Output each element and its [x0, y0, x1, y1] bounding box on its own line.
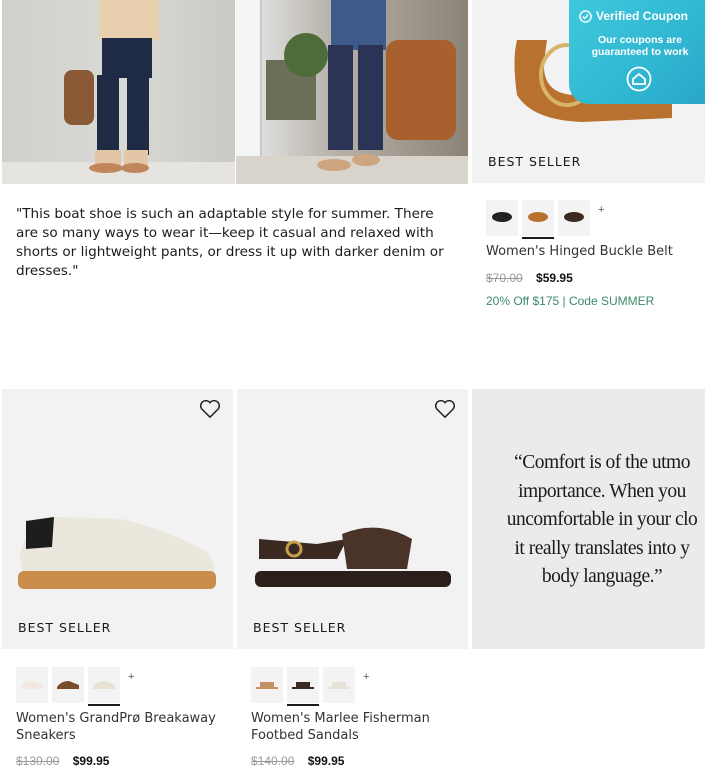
- price-row-belt: $70.00 $59.95: [486, 271, 573, 285]
- product-image-sneakers[interactable]: BEST SELLER: [2, 389, 233, 649]
- sale-price: $99.95: [72, 754, 110, 768]
- lifestyle-photo-left: [2, 0, 235, 184]
- best-seller-badge: BEST SELLER: [18, 620, 112, 635]
- original-price: $140.00: [251, 754, 295, 768]
- product-image-sandals[interactable]: BEST SELLER: [237, 389, 468, 649]
- verified-coupon-widget[interactable]: Verified Coupon Our coupons are guarante…: [569, 0, 705, 104]
- color-swatches-sandals: +: [251, 667, 369, 706]
- swatch-brown[interactable]: [52, 667, 84, 703]
- price-row-sneakers: $130.00 $99.95: [16, 754, 109, 768]
- swatch-black[interactable]: [486, 200, 518, 236]
- pull-quote-line: “Comfort is of the utmo: [514, 452, 690, 473]
- best-seller-badge: BEST SELLER: [488, 154, 582, 169]
- price-row-sandals: $140.00 $99.95: [251, 754, 344, 768]
- best-seller-badge: BEST SELLER: [253, 620, 347, 635]
- pull-quote-line: body language.”: [541, 566, 663, 587]
- model-figure-left: [64, 0, 159, 173]
- original-price: $70.00: [486, 271, 523, 285]
- pull-quote-line: it really translates into y: [514, 537, 690, 559]
- product-name-sandals[interactable]: Women's Marlee Fisherman Footbed Sandals: [251, 710, 466, 744]
- coupon-title: Verified Coupon: [579, 9, 688, 23]
- lifestyle-photo-right: [236, 0, 468, 184]
- swatch-ivory[interactable]: [88, 667, 120, 706]
- pull-quote-panel: “Comfort is of the utmo importance. When…: [472, 389, 705, 649]
- swatch-dark-brown[interactable]: [558, 200, 590, 236]
- check-circle-icon: [579, 9, 592, 23]
- pull-quote-line: importance. When you: [518, 480, 686, 502]
- pull-quote-line: uncomfortable in your clo: [506, 509, 698, 530]
- more-colors-plus[interactable]: +: [128, 671, 134, 683]
- swatch-dark-brown[interactable]: [287, 667, 319, 706]
- more-colors-plus[interactable]: +: [363, 671, 369, 683]
- product-name-belt[interactable]: Women's Hinged Buckle Belt: [486, 243, 701, 260]
- swatch-white-pink[interactable]: [16, 667, 48, 703]
- pull-quote-text: “Comfort is of the utmo importance. When…: [472, 449, 705, 592]
- coupon-subtitle: Our coupons are guaranteed to work: [591, 34, 689, 58]
- more-colors-plus[interactable]: +: [598, 204, 604, 216]
- swatch-tan[interactable]: [522, 200, 554, 239]
- house-badge-icon: [626, 66, 652, 92]
- sandal-image: [255, 527, 451, 587]
- model-figure-right: [266, 0, 456, 171]
- coupon-title-text: Verified Coupon: [596, 9, 689, 23]
- swatch-white[interactable]: [323, 667, 355, 703]
- sale-price: $59.95: [536, 271, 573, 285]
- color-swatches-sneakers: +: [16, 667, 134, 706]
- editorial-quote: "This boat shoe is such an adaptable sty…: [16, 206, 444, 279]
- product-name-sneakers[interactable]: Women's GrandPrø Breakaway Sneakers: [16, 710, 231, 744]
- original-price: $130.00: [16, 754, 60, 768]
- sale-price: $99.95: [307, 754, 345, 768]
- color-swatches-belt: +: [486, 200, 604, 239]
- sneaker-image: [18, 517, 216, 589]
- swatch-tan[interactable]: [251, 667, 283, 703]
- promo-text: 20% Off $175 | Code SUMMER: [486, 294, 655, 308]
